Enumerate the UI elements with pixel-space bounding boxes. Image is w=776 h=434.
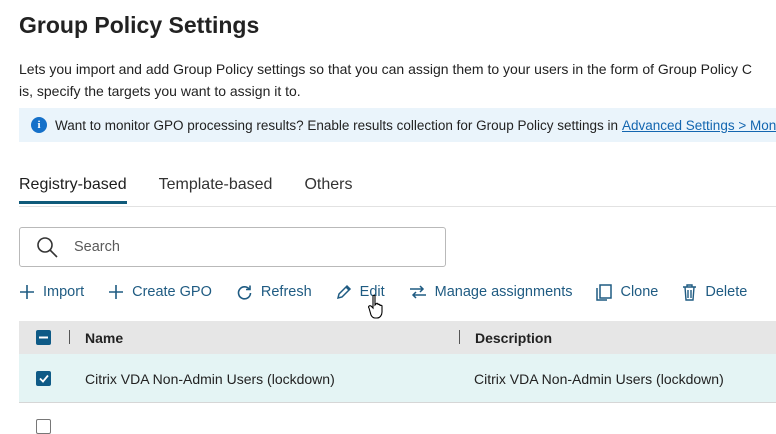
info-banner: i Want to monitor GPO processing results… [19,108,776,142]
tab-registry-based[interactable]: Registry-based [19,174,127,204]
checkmark-icon [38,374,49,383]
search-box[interactable] [19,227,446,267]
tab-others[interactable]: Others [304,174,352,204]
hand-cursor-icon [368,294,383,319]
minus-icon [39,336,48,339]
tab-divider [19,206,776,207]
row-description: Citrix VDA Non-Admin Users (lockdown) [474,371,724,387]
advanced-settings-link[interactable]: Advanced Settings > Mon [622,118,776,133]
tab-bar: Registry-based Template-based Others [19,174,384,206]
row-checkbox[interactable] [36,419,51,434]
table-header: Name Description [19,321,776,354]
trash-icon [683,283,697,301]
create-gpo-button[interactable]: Create GPO [108,284,212,300]
info-banner-text: Want to monitor GPO processing results? … [55,117,618,133]
delete-label: Delete [705,284,748,300]
refresh-button[interactable]: Refresh [236,284,312,301]
column-header-description[interactable]: Description [475,330,552,346]
row-checkbox[interactable] [36,371,51,386]
select-all-checkbox[interactable] [36,330,51,345]
import-button[interactable]: Import [19,284,84,300]
create-gpo-label: Create GPO [132,284,212,300]
toolbar: Import Create GPO Refresh Edit Manage as… [19,281,771,303]
description-line-1: Lets you import and add Group Policy set… [19,61,753,77]
info-icon: i [31,117,47,133]
copy-icon [596,283,613,301]
import-label: Import [43,284,85,300]
plus-icon [109,285,124,299]
search-input[interactable] [72,238,376,256]
clone-button[interactable]: Clone [596,283,659,301]
row-name: Citrix VDA Non-Admin Users (lockdown) [85,371,335,387]
pencil-icon [336,284,351,300]
search-icon [37,237,58,258]
table-row[interactable] [19,403,776,434]
table-row[interactable]: Citrix VDA Non-Admin Users (lockdown) Ci… [19,354,776,403]
description-line-2: is, specify the targets you want to assi… [19,83,301,99]
manage-assignments-label: Manage assignments [434,284,573,300]
column-separator[interactable] [69,330,70,344]
tab-template-based[interactable]: Template-based [159,174,273,204]
page-description: Lets you import and add Group Policy set… [19,58,776,102]
manage-assignments-button[interactable]: Manage assignments [409,284,573,300]
column-header-name[interactable]: Name [85,330,123,346]
refresh-icon [237,285,252,300]
delete-button[interactable]: Delete [682,283,748,301]
page-title: Group Policy Settings [19,12,260,38]
swap-arrows-icon [409,285,426,299]
plus-icon [20,285,34,299]
column-separator[interactable] [459,330,460,344]
clone-label: Clone [620,284,659,300]
refresh-label: Refresh [260,284,312,300]
